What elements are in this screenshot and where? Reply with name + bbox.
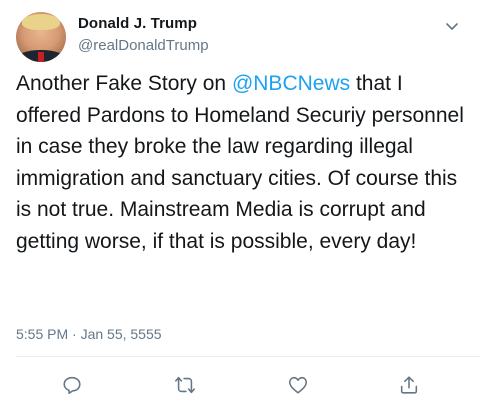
mention-link[interactable]: @NBCNews	[232, 72, 350, 95]
author-handle[interactable]: @realDonaldTrump	[78, 37, 209, 54]
avatar[interactable]	[16, 12, 66, 62]
reply-icon[interactable]	[61, 374, 83, 396]
tweet-text: Another Fake Story on @NBCNews that I of…	[16, 68, 468, 257]
tweet-actions	[0, 368, 480, 400]
retweet-icon[interactable]	[174, 374, 196, 396]
tweet-card: Donald J. Trump @realDonaldTrump Another…	[0, 0, 480, 410]
share-icon[interactable]	[398, 374, 420, 396]
divider	[16, 356, 480, 357]
heart-icon[interactable]	[287, 374, 309, 396]
tweet-timestamp[interactable]: 5:55 PM · Jan 55, 5555	[16, 326, 162, 342]
tweet-text-part: that I offered Pardons to Homeland Secur…	[16, 72, 464, 253]
tweet-text-part: Another Fake Story on	[16, 72, 232, 95]
chevron-down-icon[interactable]	[444, 18, 460, 34]
author-name[interactable]: Donald J. Trump	[78, 15, 197, 32]
